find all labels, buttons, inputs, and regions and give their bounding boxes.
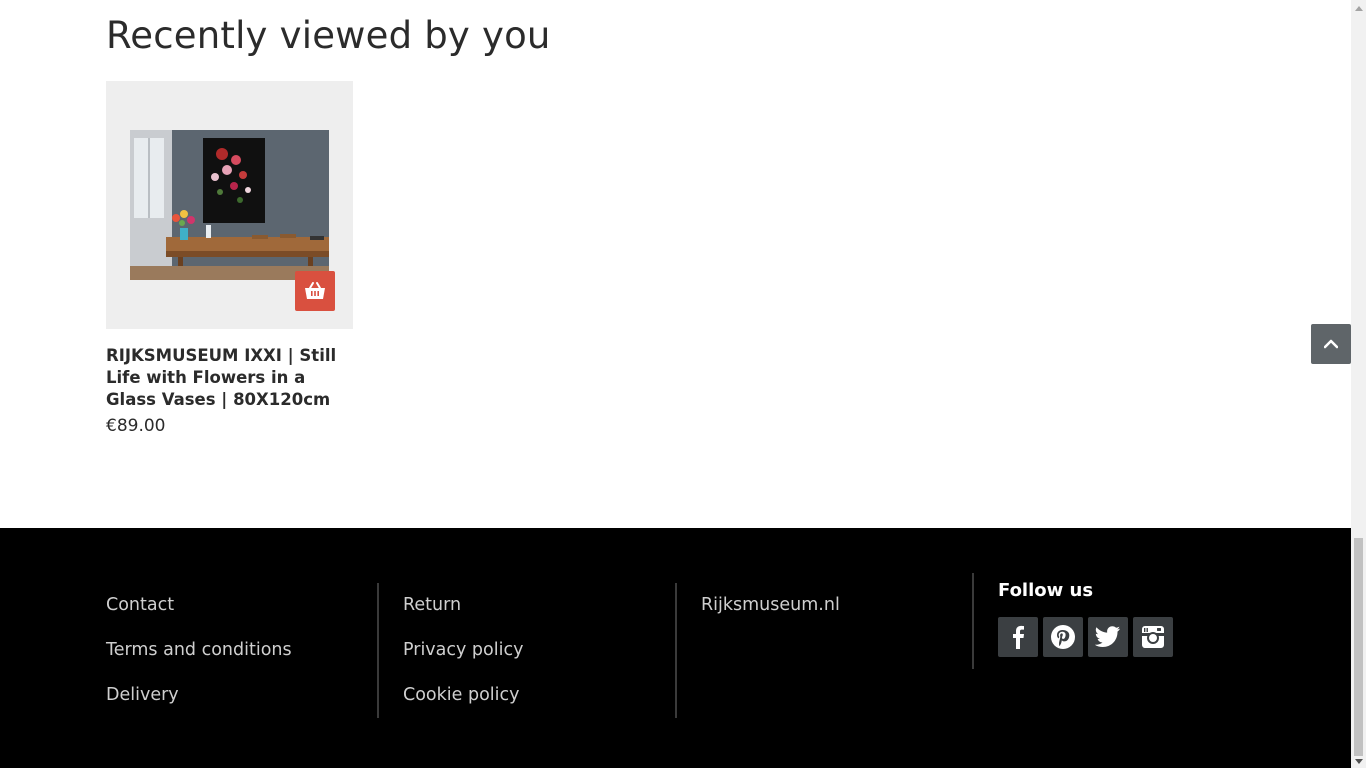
site-footer: Contact Terms and conditions Delivery Re…: [0, 528, 1351, 768]
scrollbar-thumb[interactable]: [1354, 538, 1363, 756]
footer-divider: [377, 583, 379, 718]
product-title[interactable]: RIJKSMUSEUM IXXI | Still Life with Flowe…: [106, 345, 358, 411]
twitter-icon: [1095, 626, 1120, 647]
pinterest-button[interactable]: [1043, 617, 1083, 657]
follow-us-heading: Follow us: [998, 580, 1094, 601]
footer-link-delivery[interactable]: Delivery: [106, 673, 292, 718]
footer-column-1: Contact Terms and conditions Delivery: [106, 583, 292, 718]
facebook-icon: [1013, 625, 1024, 649]
main-content: Recently viewed by you RIJKSMUSEUM IXXI …: [0, 0, 1351, 528]
shopping-basket-icon: [305, 282, 325, 299]
pinterest-icon: [1051, 625, 1075, 649]
social-links: [998, 617, 1173, 657]
scroll-down-arrow-icon[interactable]: [1354, 756, 1363, 766]
facebook-button[interactable]: [998, 617, 1038, 657]
add-to-cart-button[interactable]: [295, 271, 335, 311]
footer-link-terms[interactable]: Terms and conditions: [106, 628, 292, 673]
footer-column-3: Rijksmuseum.nl: [701, 583, 840, 628]
scroll-up-arrow-icon[interactable]: [1354, 3, 1363, 13]
recently-viewed-heading: Recently viewed by you: [106, 14, 551, 57]
footer-link-return[interactable]: Return: [403, 583, 523, 628]
footer-link-cookie[interactable]: Cookie policy: [403, 673, 523, 718]
instagram-icon: [1142, 626, 1164, 648]
footer-link-contact[interactable]: Contact: [106, 583, 292, 628]
product-image[interactable]: [130, 130, 329, 280]
product-image-box[interactable]: [106, 81, 353, 329]
back-to-top-button[interactable]: [1311, 324, 1351, 364]
instagram-button[interactable]: [1133, 617, 1173, 657]
footer-divider: [675, 583, 677, 718]
twitter-button[interactable]: [1088, 617, 1128, 657]
product-price: €89.00: [106, 416, 166, 436]
chevron-up-icon: [1324, 339, 1338, 349]
footer-link-privacy[interactable]: Privacy policy: [403, 628, 523, 673]
page-scrollbar[interactable]: [1351, 0, 1366, 768]
footer-link-rijksmuseum[interactable]: Rijksmuseum.nl: [701, 583, 840, 628]
footer-divider: [972, 573, 974, 669]
product-card[interactable]: RIJKSMUSEUM IXXI | Still Life with Flowe…: [106, 81, 353, 436]
footer-column-2: Return Privacy policy Cookie policy: [403, 583, 523, 718]
